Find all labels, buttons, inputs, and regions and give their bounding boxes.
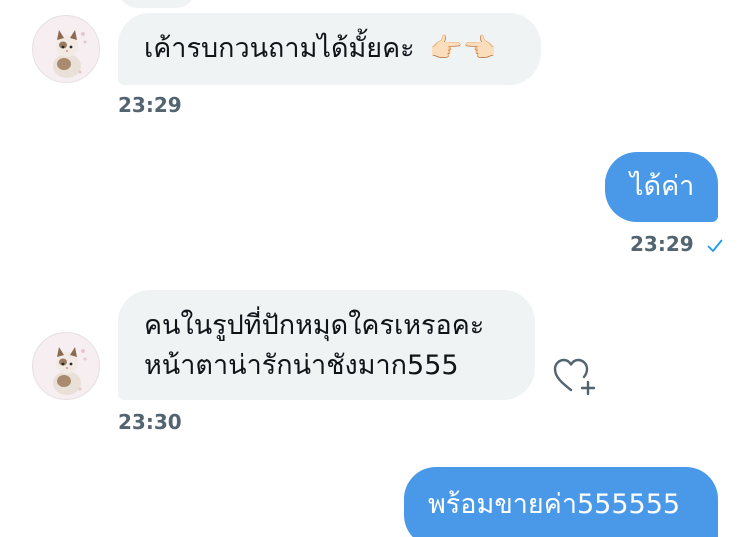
message-timestamp: 23:30 (118, 410, 182, 434)
dm-conversation: เค้ารบกวนถามได้มั้ยคะ 👉🏻👈🏻 23:29 ได้ค่า … (0, 0, 750, 537)
message-text: พร้อมขายค่า555555 (428, 489, 681, 520)
outgoing-message-bubble[interactable]: พร้อมขายค่า555555 (404, 467, 718, 537)
message-line: คนในรูปที่ปักหมุดใครเหรอคะ (144, 310, 485, 341)
checkmark-icon (707, 239, 723, 252)
message-line: หน้าตาน่ารักน่าชังมาก555 (144, 350, 459, 381)
message-text: เค้ารบกวนถามได้มั้ยคะ (144, 33, 415, 64)
heart-plus-icon[interactable] (550, 354, 598, 398)
sender-avatar[interactable] (32, 15, 100, 83)
message-timestamp: 23:29 (630, 232, 723, 256)
pointing-hands-emoji: 👉🏻👈🏻 (429, 33, 497, 64)
incoming-message-bubble[interactable]: คนในรูปที่ปักหมุดใครเหรอคะ หน้าตาน่ารักน… (118, 290, 535, 400)
outgoing-message-bubble[interactable]: ได้ค่า (605, 152, 718, 222)
cat-avatar-icon (53, 347, 87, 395)
sender-avatar[interactable] (32, 332, 100, 400)
message-text: ได้ค่า (630, 171, 695, 202)
cat-avatar-icon (53, 30, 87, 78)
incoming-message-bubble[interactable]: เค้ารบกวนถามได้มั้ยคะ 👉🏻👈🏻 (118, 13, 541, 85)
message-timestamp: 23:29 (118, 93, 182, 117)
previous-message-bubble[interactable] (118, 0, 196, 8)
